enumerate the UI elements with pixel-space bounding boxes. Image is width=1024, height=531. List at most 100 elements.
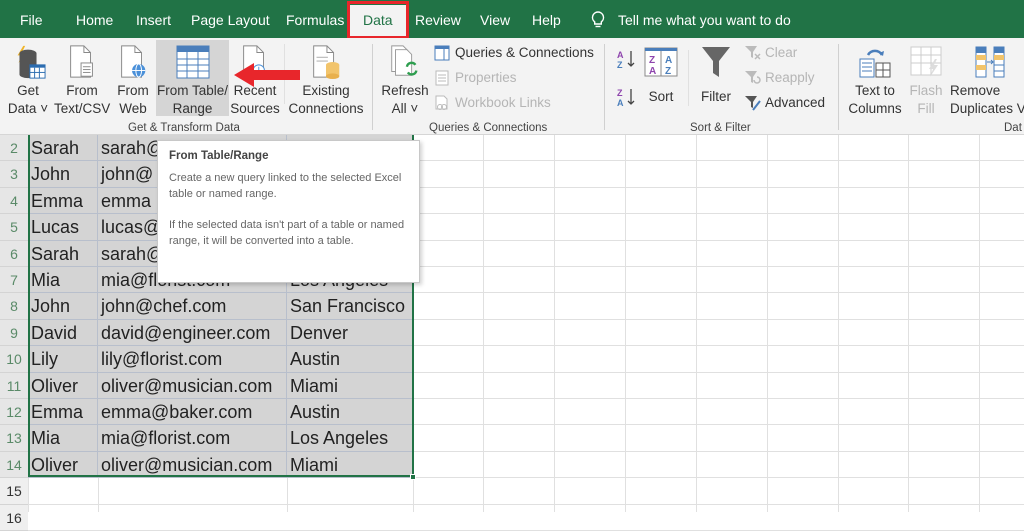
ribbon-tab-bar: File Home Insert Page Layout Formulas Da… <box>0 0 1024 38</box>
row-header[interactable]: 8 <box>0 293 28 320</box>
remove-duplicates-button[interactable]: Remove Duplicates V <box>950 40 1024 116</box>
row-header[interactable]: 2 <box>0 135 28 162</box>
cell-a[interactable]: David <box>28 319 98 347</box>
row-header[interactable]: 14 <box>0 451 28 479</box>
properties-button[interactable]: Properties <box>434 67 517 89</box>
tab-help[interactable]: Help <box>532 0 561 38</box>
cell-a[interactable]: Sarah <box>28 240 98 267</box>
from-text-csv-button[interactable]: From Text/CSV <box>54 40 110 116</box>
tab-home[interactable]: Home <box>76 0 113 38</box>
svg-text:Z: Z <box>665 66 671 77</box>
flash-fill-button[interactable]: Flash Fill <box>907 40 945 116</box>
tell-me-search[interactable]: Tell me what you want to do <box>590 0 791 38</box>
cell-b[interactable]: oliver@musician.com <box>98 451 287 479</box>
cell-a[interactable]: Sarah <box>28 135 98 162</box>
web-file-icon <box>121 45 146 78</box>
from-table-range-button[interactable]: From Table/ Range <box>156 40 229 116</box>
sort-z-to-a-button[interactable]: ZA <box>616 86 638 108</box>
row-line <box>413 371 1024 373</box>
refresh-icon <box>391 45 418 76</box>
workbook-links-button[interactable]: Workbook Links <box>434 92 551 114</box>
tab-file[interactable]: File <box>20 0 43 38</box>
row-header[interactable]: 13 <box>0 425 28 452</box>
row-line <box>413 160 1024 162</box>
cell-a[interactable]: Oliver <box>28 451 98 479</box>
row-header[interactable]: 12 <box>0 399 28 426</box>
from-table-range-tooltip: From Table/Range Create a new query link… <box>157 140 420 283</box>
reapply-button[interactable]: Reapply <box>744 67 815 89</box>
cell-c[interactable]: Los Angeles <box>287 425 413 452</box>
row-header[interactable]: 16 <box>0 504 28 531</box>
filter-button[interactable]: Filter <box>696 40 736 116</box>
cell-a[interactable]: Mia <box>28 267 98 294</box>
clear-filter-button[interactable]: Clear <box>744 42 797 64</box>
row-line <box>413 318 1024 320</box>
sort-button[interactable]: ZAAZ Sort <box>642 40 680 116</box>
row-header[interactable]: 10 <box>0 346 28 373</box>
sort-ascending-icon: AZ <box>617 50 635 70</box>
cell-a[interactable]: Emma <box>28 187 98 215</box>
refresh-all-button[interactable]: Refresh All ˅ <box>380 40 430 116</box>
spreadsheet-grid[interactable]: 2Sarahsarah@k3Johnjohn@cisco4Emmaemma5Lu… <box>0 135 1024 531</box>
cell-a[interactable]: John <box>28 293 98 320</box>
tab-formulas[interactable]: Formulas <box>286 0 344 38</box>
tooltip-title: From Table/Range <box>169 150 269 162</box>
table-icon <box>176 45 209 79</box>
row-header[interactable]: 3 <box>0 161 28 188</box>
cell-a[interactable]: Lily <box>28 346 98 373</box>
cell-a[interactable]: John <box>28 161 98 188</box>
database-icon <box>17 45 46 79</box>
row-header[interactable]: 7 <box>0 267 28 294</box>
tab-insert[interactable]: Insert <box>136 0 171 38</box>
tell-me-text: Tell me what you want to do <box>618 12 791 28</box>
cell-c[interactable]: Denver <box>287 319 413 347</box>
row-header[interactable]: 5 <box>0 214 28 241</box>
cell-b[interactable]: emma@baker.com <box>98 399 287 426</box>
row-line <box>413 345 1024 347</box>
cell-c[interactable]: Austin <box>287 346 413 373</box>
cell-a[interactable]: Mia <box>28 425 98 452</box>
cell-c[interactable]: San Francisco <box>287 293 413 320</box>
row-header[interactable]: 15 <box>0 478 28 505</box>
ribbon-panel: Get Data ˅ From Text/CSV From Web From T… <box>0 38 1024 135</box>
row-line <box>413 186 1024 188</box>
fill-handle[interactable] <box>410 474 416 480</box>
queries-connections-button[interactable]: Queries & Connections <box>434 42 594 64</box>
tab-page-layout[interactable]: Page Layout <box>191 0 270 38</box>
column-line <box>483 135 484 512</box>
properties-icon <box>435 70 449 86</box>
row-header[interactable]: 11 <box>0 372 28 399</box>
group-label-queries: Queries & Connections <box>429 122 548 134</box>
svg-text:Z: Z <box>617 88 623 98</box>
text-to-columns-button[interactable]: Text to Columns <box>846 40 904 116</box>
advanced-filter-icon <box>745 96 761 111</box>
svg-text:A: A <box>665 55 672 66</box>
row-header[interactable]: 9 <box>0 319 28 347</box>
sort-descending-icon: ZA <box>617 88 635 108</box>
from-web-button[interactable]: From Web <box>113 40 153 116</box>
cell-a[interactable]: Oliver <box>28 372 98 399</box>
cell-b[interactable]: lily@florist.com <box>98 346 287 373</box>
advanced-filter-button[interactable]: Advanced <box>744 92 825 114</box>
queries-pane-icon <box>434 45 450 61</box>
sort-a-to-z-button[interactable]: AZ <box>616 48 638 70</box>
cell-b[interactable]: david@engineer.com <box>98 319 287 347</box>
cell-b[interactable]: oliver@musician.com <box>98 372 287 399</box>
row-line <box>413 266 1024 267</box>
row-header[interactable]: 6 <box>0 240 28 267</box>
cell-b[interactable]: john@chef.com <box>98 293 287 320</box>
cell-c[interactable]: Miami <box>287 372 413 399</box>
group-separator <box>604 44 605 130</box>
lightbulb-icon <box>591 11 605 28</box>
row-header[interactable]: 4 <box>0 187 28 215</box>
cell-a[interactable]: Lucas <box>28 214 98 241</box>
cell-c[interactable]: Miami <box>287 451 413 479</box>
tab-review[interactable]: Review <box>415 0 461 38</box>
get-data-button[interactable]: Get Data ˅ <box>6 40 50 116</box>
svg-text:Z: Z <box>617 60 623 70</box>
column-line <box>908 135 909 512</box>
cell-c[interactable]: Austin <box>287 399 413 426</box>
cell-b[interactable]: mia@florist.com <box>98 425 287 452</box>
cell-a[interactable]: Emma <box>28 399 98 426</box>
tab-view[interactable]: View <box>480 0 510 38</box>
